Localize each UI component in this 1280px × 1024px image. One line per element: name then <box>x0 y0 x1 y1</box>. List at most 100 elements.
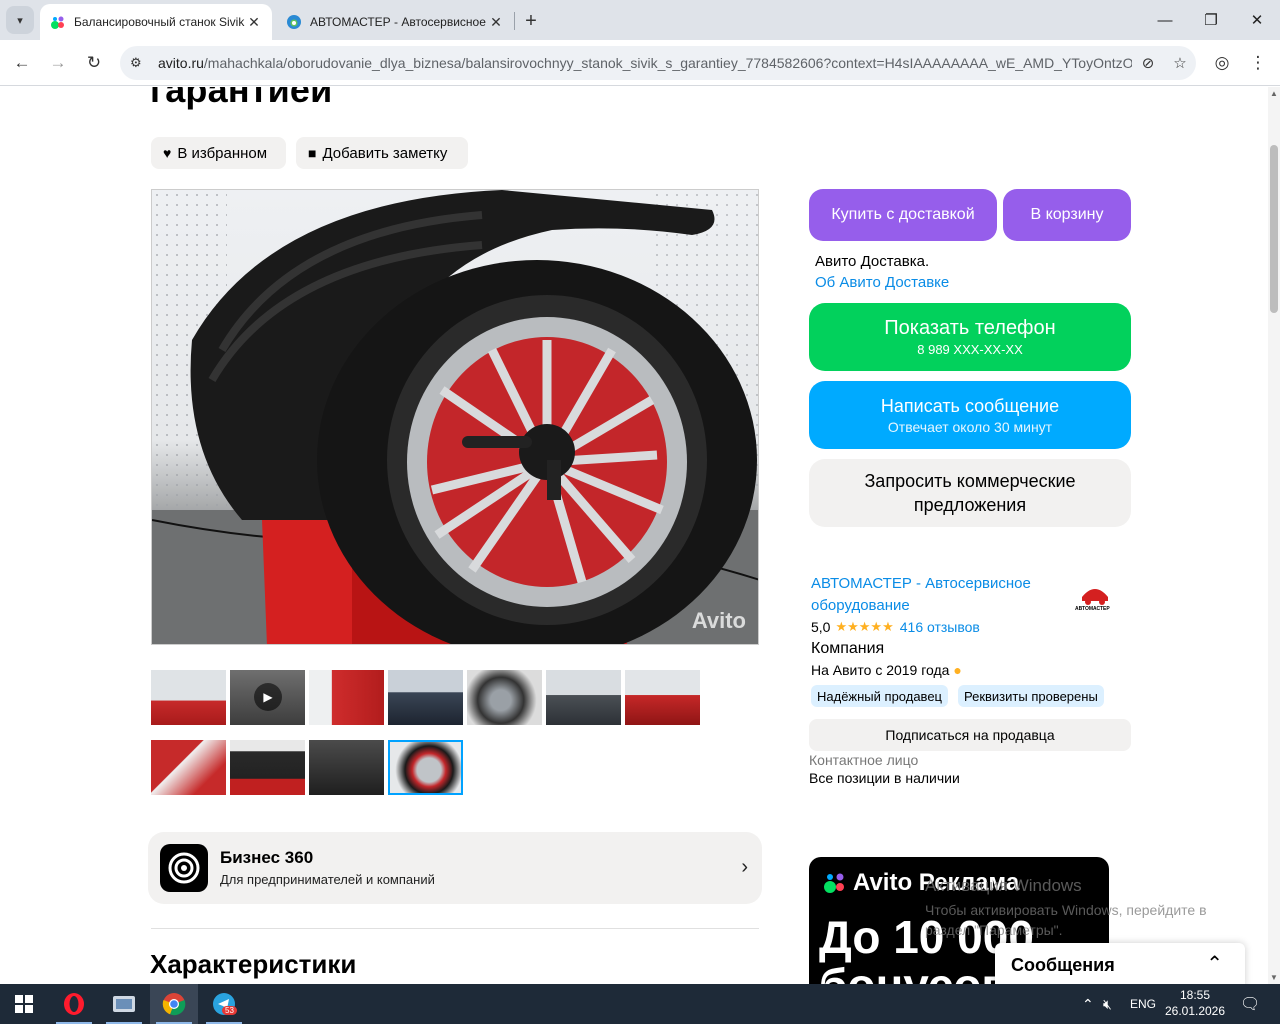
page-scrollbar[interactable]: ▲ ▼ <box>1268 87 1280 984</box>
opera-taskbar-icon[interactable] <box>50 984 98 1024</box>
write-message-label: Написать сообщение <box>880 395 1060 416</box>
thumbnail-3[interactable] <box>309 670 384 725</box>
photo-watermark: Avito <box>691 608 746 633</box>
url-text[interactable]: avito.ru/mahachkala/oborudovanie_dlya_bi… <box>158 55 1132 71</box>
delivery-text: Авито Доставка. <box>815 253 930 270</box>
thumbnail-1[interactable] <box>151 670 226 725</box>
reviews-link[interactable]: 416 отзывов <box>900 619 980 635</box>
seller-name-link[interactable]: АВТОМАСТЕР - Автосервисное оборудование <box>811 573 1061 617</box>
bookmark-star-icon[interactable]: ☆ <box>1164 54 1196 72</box>
close-tab-icon[interactable]: ✕ <box>246 14 262 31</box>
browser-menu-icon[interactable]: ⋮ <box>1244 49 1272 77</box>
thumbnail-11-selected[interactable] <box>388 740 463 795</box>
section-divider <box>151 928 759 929</box>
thumbnail-10[interactable] <box>309 740 384 795</box>
seller-since: На Авито с 2019 года ● <box>811 662 962 678</box>
scroll-down-arrow-icon[interactable]: ▼ <box>1268 973 1280 982</box>
messages-panel-title: Сообщения <box>1011 955 1115 975</box>
badge-requisites-verified: Реквизиты проверены <box>958 685 1104 707</box>
taskbar-clock[interactable]: 18:55 26.01.2026 <box>1160 987 1230 1019</box>
browser-tab-strip: ▾ Балансировочный станок Sivik ✕ АВТОМАС… <box>0 0 1280 40</box>
thumbnail-7[interactable] <box>625 670 700 725</box>
avito-logo-icon <box>823 871 847 895</box>
subscribe-seller-button[interactable]: Подписаться на продавца <box>809 719 1131 751</box>
add-note-button[interactable]: ■ Добавить заметку <box>296 137 468 169</box>
wheel-balancer-image <box>152 190 758 644</box>
thumbnail-6[interactable] <box>546 670 621 725</box>
request-offers-label: Запросить коммерческие предложения <box>864 471 1076 515</box>
app-taskbar-icon[interactable] <box>100 984 148 1024</box>
thumbnail-video[interactable]: ▶ <box>230 670 305 725</box>
windows-activation-text: Чтобы активировать Windows, перейдите в … <box>925 902 1207 938</box>
address-toolbar: ← → ↻ ⚙ avito.ru/mahachkala/oborudovanie… <box>0 40 1280 86</box>
volume-muted-icon[interactable]: 🔇︎ <box>1103 984 1112 1024</box>
request-offers-button[interactable]: Запросить коммерческие предложения <box>809 459 1131 527</box>
rating-value: 5,0 <box>811 619 831 635</box>
delivery-info-link[interactable]: Об Авито Доставке <box>815 274 949 291</box>
tracking-off-icon[interactable]: ⊘ <box>1132 54 1164 72</box>
restore-icon[interactable]: ❐ <box>1188 0 1234 40</box>
chrome-taskbar-icon[interactable] <box>150 984 198 1024</box>
site-info-icon[interactable]: ⚙ <box>130 55 148 71</box>
response-time: Отвечает около 30 минут <box>887 418 1053 435</box>
note-label: Добавить заметку <box>322 144 448 162</box>
new-tab-button[interactable]: + <box>518 8 544 34</box>
tab-search-button[interactable]: ▾ <box>6 6 34 34</box>
main-photo[interactable]: Avito <box>151 189 759 645</box>
back-arrow-icon[interactable]: ← <box>8 49 36 77</box>
chevron-right-icon: › <box>741 856 748 878</box>
characteristics-heading: Характеристики <box>150 949 357 979</box>
seller-logo-text: АВТОМАСТЕР <box>1075 606 1110 612</box>
tab-divider <box>514 12 515 30</box>
show-phone-label: Показать телефон <box>884 317 1056 339</box>
thumbnail-5[interactable] <box>467 670 542 725</box>
forward-arrow-icon[interactable]: → <box>44 49 72 77</box>
telegram-taskbar-icon[interactable]: 53 <box>200 984 248 1024</box>
tab-balancing-machine[interactable]: Балансировочный станок Sivik ✕ <box>40 4 272 40</box>
show-hidden-icons[interactable]: ⌃ <box>1082 984 1094 1024</box>
profile-icon[interactable]: ◎ <box>1208 49 1236 77</box>
phone-number-masked: 8 989 XXX-XX-XX <box>917 342 1023 357</box>
scroll-up-arrow-icon[interactable]: ▲ <box>1268 89 1280 98</box>
tab-title: АВТОМАСТЕР - Автосервисное <box>310 15 486 29</box>
language-indicator[interactable]: ENG <box>1130 984 1156 1024</box>
write-message-button[interactable]: Написать сообщение Отвечает около 30 мин… <box>809 381 1131 449</box>
add-to-cart-button[interactable]: В корзину <box>1003 189 1131 241</box>
thumbnail-4[interactable] <box>388 670 463 725</box>
windows-taskbar: 53 ⌃ 🔇︎ ENG 18:55 26.01.2026 🗨︎ <box>0 984 1280 1024</box>
buy-with-delivery-button[interactable]: Купить с доставкой <box>809 189 997 241</box>
notifications-icon[interactable]: 🗨︎ <box>1240 984 1260 1024</box>
windows-logo-icon <box>15 995 33 1013</box>
windows-activation-title: Активация Windows <box>925 876 1082 895</box>
medal-icon: ● <box>953 662 962 678</box>
scrollbar-thumb[interactable] <box>1270 145 1278 313</box>
business-360-logo-icon <box>160 844 208 892</box>
address-bar[interactable]: ⚙ avito.ru/mahachkala/oborudovanie_dlya_… <box>120 46 1196 80</box>
heart-icon: ♥ <box>163 145 172 161</box>
show-phone-button[interactable]: Показать телефон 8 989 XXX-XX-XX <box>809 303 1131 371</box>
thumbnail-9[interactable] <box>230 740 305 795</box>
seller-logo[interactable]: АВТОМАСТЕР <box>1072 577 1118 617</box>
close-tab-icon[interactable]: ✕ <box>488 14 504 31</box>
chevron-up-icon[interactable]: ⌃ <box>1206 951 1223 976</box>
tab-avtomaster[interactable]: АВТОМАСТЕР - Автосервисное ✕ <box>276 4 514 40</box>
rating-stars-icon: ★★★★★ <box>835 619 894 634</box>
start-button[interactable] <box>0 984 48 1024</box>
play-icon: ▶ <box>254 683 282 711</box>
favorite-label: В избранном <box>177 144 268 162</box>
minimize-icon[interactable]: — <box>1142 0 1188 40</box>
reload-icon[interactable]: ↻ <box>80 49 108 77</box>
close-window-icon[interactable]: ✕ <box>1234 0 1280 40</box>
telegram-unread-badge: 53 <box>222 1006 237 1015</box>
messages-panel[interactable]: Сообщения ⌃ <box>995 943 1245 984</box>
favorite-button[interactable]: ♥ В избранном <box>151 137 286 169</box>
business-360-title: Бизнес 360 <box>220 848 314 867</box>
business-360-banner[interactable]: Бизнес 360 Для предпринимателей и компан… <box>148 832 762 904</box>
contact-person-value: Все позиции в наличии <box>809 770 960 786</box>
edge-favicon-icon <box>287 15 301 29</box>
note-icon: ■ <box>308 145 317 161</box>
page-content: гарантией ♥ В избранном ■ Добавить замет… <box>0 87 1268 984</box>
thumbnail-8[interactable] <box>151 740 226 795</box>
badge-reliable-seller: Надёжный продавец <box>811 685 948 707</box>
avito-favicon-icon <box>51 16 64 29</box>
